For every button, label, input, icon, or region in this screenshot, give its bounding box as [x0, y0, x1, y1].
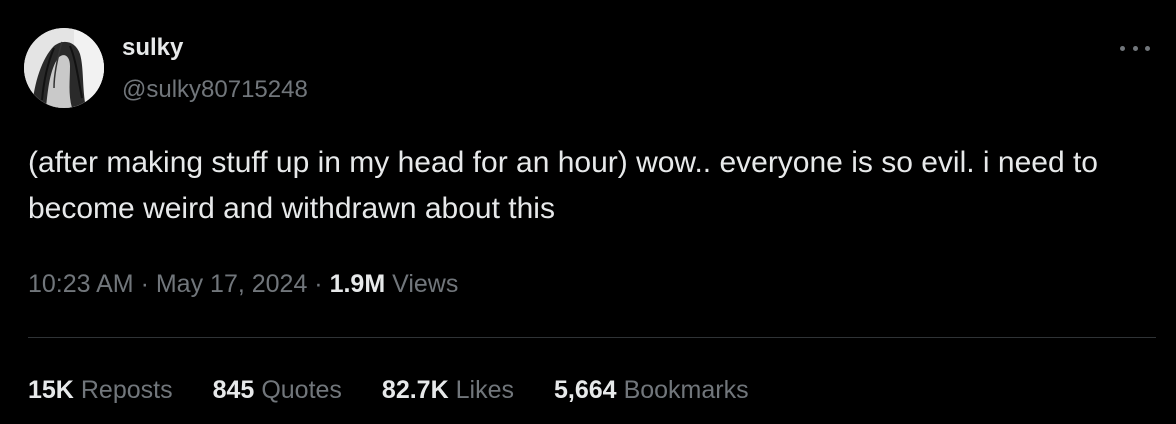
quotes-label: Quotes: [261, 376, 342, 404]
post-time[interactable]: 10:23 AM: [28, 270, 134, 298]
profile-photo-icon: [24, 28, 104, 108]
post-metadata: 10:23 AM · May 17, 2024 · 1.9M Views: [28, 266, 458, 302]
avatar[interactable]: [24, 28, 104, 108]
dot: [1145, 45, 1150, 51]
dot: [1120, 45, 1125, 51]
likes-label: Likes: [455, 376, 515, 404]
more-options-icon[interactable]: [1120, 38, 1150, 58]
tweet-card: sulky @sulky80715248 (after making stuff…: [0, 0, 1176, 424]
reposts-stat[interactable]: 15K Reposts: [28, 372, 173, 408]
dot: [1132, 45, 1138, 51]
likes-count: 82.7K: [381, 376, 449, 404]
post-date[interactable]: May 17, 2024: [156, 270, 308, 298]
bookmarks-stat[interactable]: 5,664 Bookmarks: [554, 372, 749, 408]
views-count[interactable]: 1.9M: [330, 270, 386, 298]
quotes-stat[interactable]: 845 Quotes: [213, 372, 342, 408]
reposts-count: 15K: [28, 376, 74, 404]
views-label: Views: [385, 270, 459, 298]
likes-stat[interactable]: 82.7K Likes: [382, 372, 514, 408]
divider: [28, 337, 1156, 338]
reposts-label: Reposts: [80, 376, 173, 404]
bookmarks-count: 5,664: [554, 376, 617, 404]
engagement-stats: 15K Reposts 845 Quotes 82.7K Likes 5,664 Boo…: [28, 372, 749, 408]
meta-separator: ·: [307, 270, 330, 298]
post-text: (after making stuff up in my head for an…: [28, 146, 1098, 225]
display-name[interactable]: sulky: [122, 34, 183, 62]
bookmarks-label: Bookmarks: [623, 376, 749, 404]
meta-separator: ·: [133, 270, 156, 298]
user-handle[interactable]: @sulky80715248: [122, 76, 308, 104]
quotes-count: 845: [212, 376, 255, 404]
